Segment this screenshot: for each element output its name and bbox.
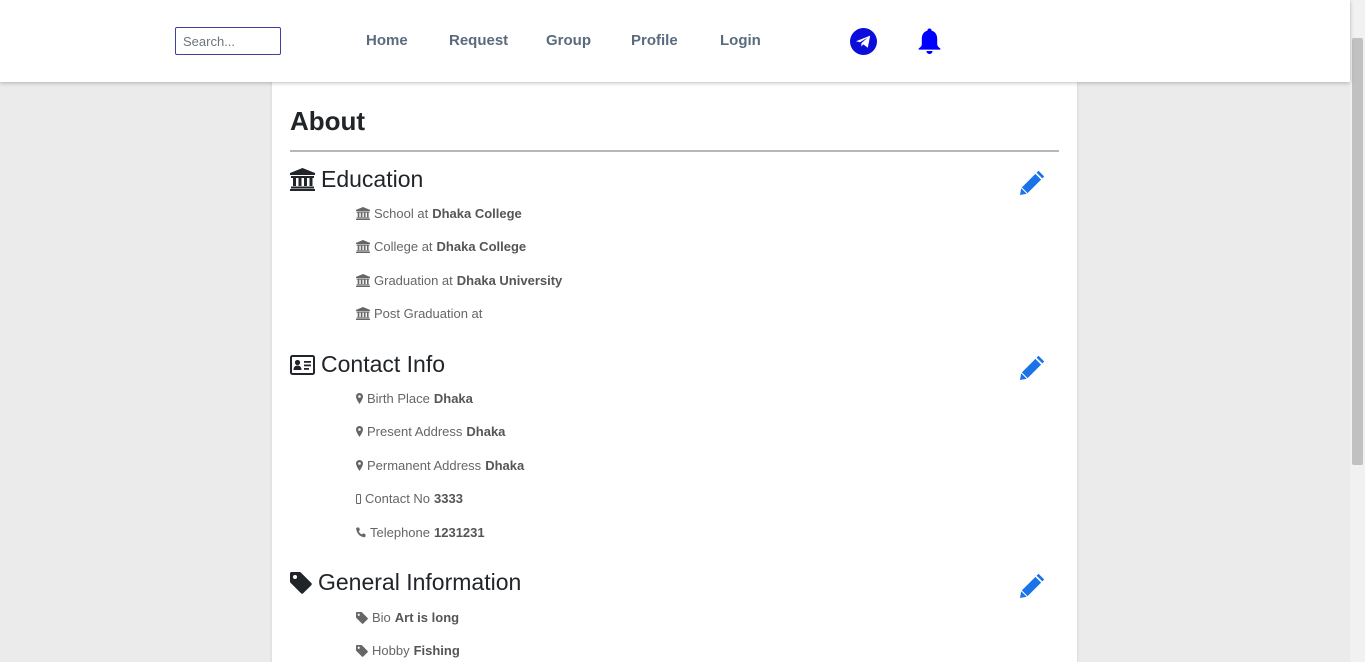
university-icon	[356, 207, 370, 220]
education-heading: Education	[290, 166, 423, 193]
page-scrollbar[interactable]	[1350, 0, 1365, 662]
telegram-icon[interactable]	[850, 28, 877, 60]
search-input[interactable]	[175, 27, 281, 55]
contact-item-label: Telephone	[370, 525, 430, 540]
university-icon	[356, 307, 370, 320]
general-item-label: Bio	[372, 610, 391, 625]
education-item-label: College at	[374, 239, 433, 254]
page-title: About	[290, 106, 366, 136]
nav-link-home[interactable]: Home	[366, 32, 408, 49]
map-marker-icon	[356, 393, 363, 404]
general-item: Hobby Fishing	[356, 643, 460, 658]
education-item-label: Post Graduation at	[374, 306, 483, 321]
education-item-label: Graduation at	[374, 273, 453, 288]
contact-item-value: Dhaka	[466, 424, 506, 439]
edit-contact-button[interactable]	[1019, 354, 1046, 386]
education-item: Post Graduation at	[356, 306, 486, 321]
contact-item: Permanent Address Dhaka	[356, 458, 524, 473]
university-icon	[356, 240, 370, 253]
pencil-icon	[1020, 355, 1045, 380]
education-item: Graduation at Dhaka University	[356, 273, 562, 288]
contact-item-label: Permanent Address	[367, 458, 482, 473]
contact-item-value: Dhaka	[485, 458, 525, 473]
contact-item-value: Dhaka	[433, 391, 473, 406]
tag-icon	[290, 571, 312, 594]
contact-item-value: 3333	[434, 491, 463, 506]
university-icon	[356, 274, 370, 287]
map-marker-icon	[356, 426, 363, 437]
top-navbar: Home Request Group Profile Login	[0, 0, 1350, 82]
education-item-label: School at	[374, 206, 429, 221]
contact-item-label: Present Address	[367, 424, 463, 439]
edit-education-button[interactable]	[1019, 169, 1046, 201]
address-card-icon	[290, 354, 315, 375]
education-item-value: Dhaka College	[436, 239, 527, 254]
edit-general-button[interactable]	[1019, 572, 1046, 604]
general-item: Bio Art is long	[356, 610, 459, 625]
title-divider	[290, 150, 1059, 152]
general-item-value: Fishing	[413, 643, 460, 658]
bell-icon[interactable]	[917, 27, 942, 60]
map-marker-icon	[356, 460, 363, 471]
scrollbar-thumb[interactable]	[1352, 38, 1363, 465]
mobile-icon	[356, 493, 361, 504]
education-item-value: Dhaka University	[456, 273, 563, 288]
general-item-value: Art is long	[394, 610, 460, 625]
contact-item: Present Address Dhaka	[356, 424, 505, 439]
education-item: College at Dhaka College	[356, 239, 526, 254]
contact-item: Contact No 3333	[356, 491, 463, 506]
nav-link-request[interactable]: Request	[449, 32, 508, 49]
general-heading: General Information	[290, 569, 521, 596]
contact-heading-label: Contact Info	[321, 351, 446, 377]
education-item-value: Dhaka College	[432, 206, 522, 221]
contact-item-label: Birth Place	[367, 391, 430, 406]
tag-icon	[356, 644, 368, 657]
pencil-icon	[1020, 170, 1045, 195]
tag-icon	[356, 611, 368, 624]
contact-item: Telephone 1231231	[356, 525, 485, 540]
education-heading-label: Education	[321, 166, 424, 192]
nav-link-profile[interactable]: Profile	[631, 32, 678, 49]
phone-icon	[356, 527, 366, 538]
contact-item-label: Contact No	[365, 491, 431, 506]
nav-link-login[interactable]: Login	[720, 32, 761, 49]
nav-link-group[interactable]: Group	[546, 32, 591, 49]
general-heading-label: General Information	[318, 569, 522, 595]
general-item-label: Hobby	[372, 643, 410, 658]
contact-item-value: 1231231	[434, 525, 485, 540]
university-icon	[290, 168, 315, 191]
pencil-icon	[1020, 573, 1045, 598]
contact-heading: Contact Info	[290, 351, 445, 378]
contact-item: Birth Place Dhaka	[356, 391, 473, 406]
education-item: School at Dhaka College	[356, 206, 522, 221]
